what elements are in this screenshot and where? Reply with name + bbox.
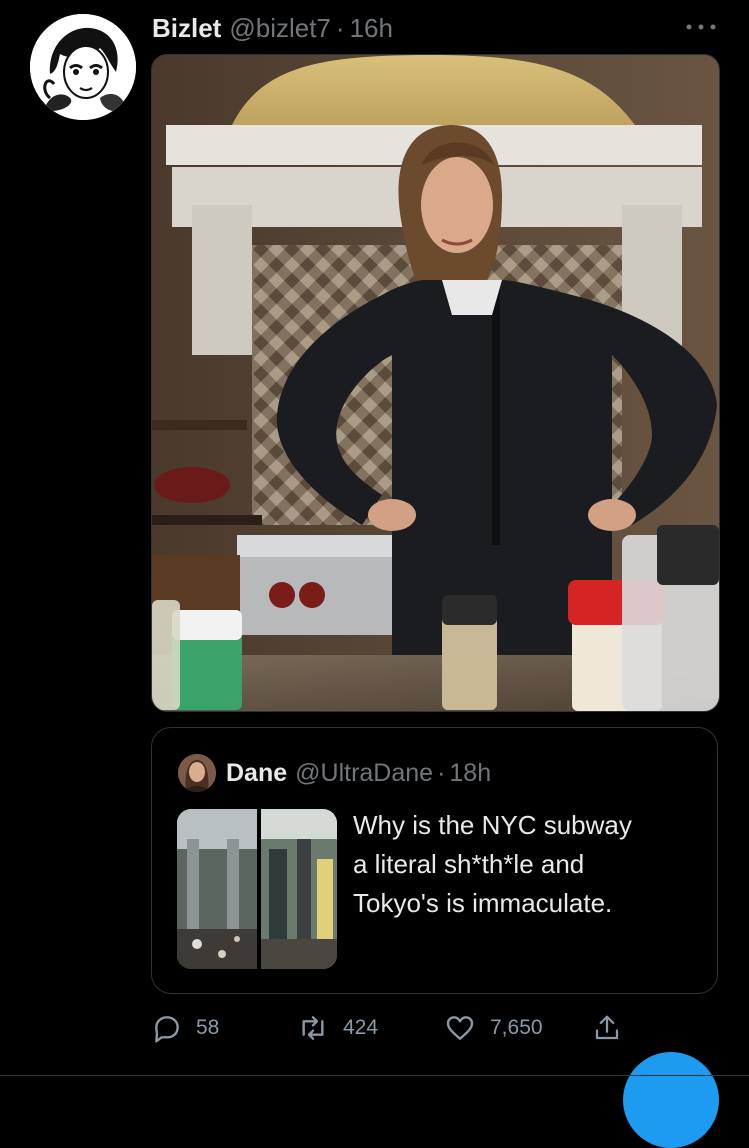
manga-portrait-icon: [30, 14, 136, 120]
tweet-header: Bizlet @bizlet7 · 16h: [152, 10, 393, 46]
author-handle[interactable]: @bizlet7: [229, 13, 331, 44]
portrait-avatar-icon: [178, 754, 216, 792]
share-button[interactable]: [592, 1010, 634, 1046]
retweet-icon: [302, 1016, 324, 1040]
like-button[interactable]: 7,650: [442, 1010, 543, 1046]
author-name[interactable]: Bizlet: [152, 13, 221, 44]
retweet-button[interactable]: 424: [295, 1010, 378, 1046]
reply-icon: [155, 1016, 179, 1043]
quoted-timestamp[interactable]: 18h: [449, 759, 491, 788]
tweet-action-bar: 58 424 7,650: [150, 1010, 650, 1046]
quoted-author-name[interactable]: Dane: [226, 759, 287, 788]
more-dots-icon: [686, 24, 716, 30]
kitchen-photo-icon: [152, 55, 719, 711]
like-count: 7,650: [490, 1016, 543, 1039]
separator-dot: ·: [335, 12, 345, 43]
quoted-author-avatar[interactable]: [178, 754, 216, 792]
quoted-tweet-card[interactable]: Dane @UltraDane · 18h Why is the NYC sub…: [151, 727, 718, 994]
subway-photo-icon: [177, 809, 337, 969]
author-avatar[interactable]: [30, 14, 136, 120]
quoted-text-line: a literal sh*th*le and: [353, 849, 585, 879]
share-icon: [595, 1015, 619, 1040]
quoted-tweet-header: Dane @UltraDane · 18h: [178, 754, 491, 792]
compose-tweet-button[interactable]: [623, 1052, 719, 1148]
reply-count: 58: [196, 1016, 220, 1039]
tweet-media-image[interactable]: [151, 54, 720, 712]
quoted-author-handle[interactable]: @UltraDane: [295, 759, 433, 788]
timeline-divider: [0, 1075, 749, 1076]
quoted-media-thumbnail[interactable]: [177, 809, 337, 969]
quoted-tweet-text: Why is the NYC subway a literal sh*th*le…: [353, 806, 693, 923]
retweet-count: 424: [343, 1016, 379, 1039]
tweet-timestamp[interactable]: 16h: [350, 13, 393, 44]
more-options-button[interactable]: [683, 20, 719, 34]
quoted-text-line: Tokyo's is immaculate.: [353, 888, 613, 918]
quoted-separator-dot: ·: [437, 758, 446, 787]
heart-icon: [446, 1016, 474, 1040]
reply-button[interactable]: 58: [150, 1010, 219, 1046]
quoted-text-line: Why is the NYC subway: [353, 810, 632, 840]
